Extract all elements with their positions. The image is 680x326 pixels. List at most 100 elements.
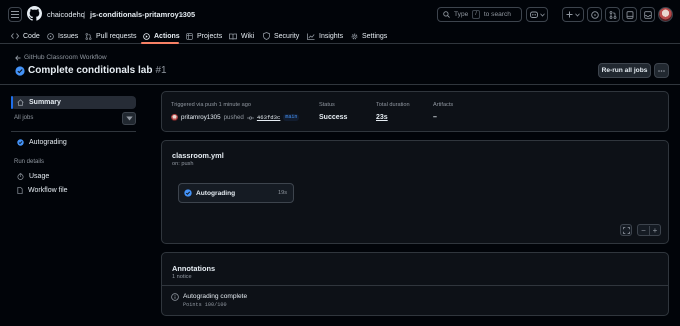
- annotation-title: Autograding complete: [183, 293, 248, 300]
- job-node-autograding[interactable]: Autograding 19s: [178, 183, 294, 203]
- sidebar-section-label: Run details: [14, 159, 45, 165]
- repo-tab-bar: Code Issues Pull requests Actions Projec…: [0, 28, 680, 44]
- artifacts-value: –: [433, 114, 437, 121]
- active-tab-indicator: [141, 42, 179, 44]
- search-shortcut-key: /: [472, 10, 480, 19]
- home-icon: [17, 99, 24, 106]
- check-circle-fill-icon: [15, 65, 25, 76]
- pushed-label: pushed: [223, 114, 244, 121]
- pull-request-icon: [85, 32, 92, 40]
- divider: [11, 131, 136, 132]
- breadcrumb-owner[interactable]: chaicodehq: [47, 10, 85, 19]
- tab-label: Projects: [197, 32, 223, 40]
- sidebar-item-summary[interactable]: Summary: [11, 96, 136, 109]
- run-title: Complete conditionals lab #1: [15, 65, 167, 76]
- chevron-down-icon: [575, 13, 580, 17]
- github-logo-icon[interactable]: [27, 6, 42, 21]
- copilot-button[interactable]: [526, 7, 548, 22]
- search-input[interactable]: Type / to search: [437, 7, 522, 22]
- info-icon: [171, 293, 179, 301]
- sidebar-item-workflow-file[interactable]: Workflow file: [11, 184, 136, 197]
- annotations-card: Annotations 1 notice Autograding complet…: [161, 252, 669, 316]
- job-duration: 19s: [277, 190, 287, 196]
- actor-avatar: [171, 114, 178, 121]
- issue-opened-icon: [590, 10, 599, 19]
- pull-request-icon: [609, 10, 616, 19]
- table-icon: [186, 32, 193, 40]
- plus-icon: [566, 11, 573, 18]
- filter-jobs-button[interactable]: [122, 112, 136, 125]
- tab-settings[interactable]: Settings: [351, 28, 387, 44]
- sidebar-item-label: Usage: [29, 173, 50, 180]
- tab-label: Wiki: [241, 32, 255, 40]
- tab-pull-requests[interactable]: Pull requests: [85, 28, 136, 44]
- workflow-back-link[interactable]: GitHub Classroom Workflow: [15, 54, 107, 61]
- tab-code[interactable]: Code: [11, 28, 40, 44]
- branch-badge[interactable]: main: [283, 114, 300, 121]
- duration-label: Total duration: [376, 102, 410, 108]
- sidebar-active-indicator: [11, 96, 13, 109]
- duration-value[interactable]: 23s: [376, 114, 388, 121]
- create-new-button[interactable]: [562, 7, 584, 22]
- inbox-icon: [643, 10, 652, 19]
- graph-icon: [307, 33, 315, 40]
- annotations-title: Annotations: [172, 264, 216, 273]
- tab-label: Pull requests: [96, 32, 137, 40]
- book-icon: [229, 33, 237, 40]
- tab-label: Code: [23, 32, 40, 40]
- tab-insights[interactable]: Insights: [307, 28, 343, 44]
- status-value: Success: [319, 114, 348, 121]
- menu-button[interactable]: [8, 7, 22, 22]
- job-name: Autograding: [196, 189, 236, 197]
- tab-label: Actions: [154, 32, 180, 40]
- tab-label: Security: [274, 32, 300, 40]
- tab-issues[interactable]: Issues: [47, 28, 78, 44]
- tab-label: Insights: [319, 32, 344, 40]
- screen-full-icon: [622, 226, 630, 234]
- hamburger-icon: [11, 11, 19, 18]
- chevron-down-icon[interactable]: [179, 11, 185, 16]
- annotation-detail: Points 100/100: [183, 302, 227, 308]
- check-circle-fill-icon: [17, 139, 24, 146]
- more-options-button[interactable]: [654, 63, 669, 78]
- rerun-all-jobs-button[interactable]: Re-run all jobs: [598, 63, 651, 78]
- code-icon: [11, 33, 19, 39]
- tab-wiki[interactable]: Wiki: [229, 28, 254, 44]
- workflow-file-name: classroom.yml: [172, 151, 224, 160]
- tab-label: Issues: [58, 32, 79, 40]
- sidebar-item-usage[interactable]: Usage: [11, 170, 136, 183]
- arrow-left-icon: [15, 54, 21, 61]
- sidebar-item-label: Autograding: [29, 139, 67, 146]
- gear-icon: [351, 33, 358, 39]
- annotation-body: Autograding complete Points 100/100: [183, 293, 247, 308]
- check-circle-fill-icon: [184, 189, 192, 197]
- run-summary-card: Triggered via push 1 minute ago pritamro…: [161, 91, 669, 132]
- chevron-down-icon: [539, 13, 545, 17]
- stopwatch-icon: [17, 173, 24, 180]
- filter-icon: [125, 116, 133, 121]
- workflow-graph-card: classroom.yml on: push Autograding 19s −…: [161, 140, 669, 244]
- breadcrumb-separator: /: [83, 10, 86, 19]
- commit-sha-link[interactable]: 463fd3c: [257, 114, 281, 121]
- sidebar-item-autograding[interactable]: Autograding: [11, 136, 136, 149]
- issues-button[interactable]: [587, 7, 602, 22]
- user-avatar[interactable]: [658, 7, 673, 22]
- tab-projects[interactable]: Projects: [186, 28, 222, 44]
- run-number: #1: [155, 65, 167, 76]
- zoom-out-button[interactable]: −: [638, 226, 649, 235]
- search-placeholder-suffix: to search: [483, 11, 511, 18]
- notifications-button[interactable]: [640, 7, 655, 22]
- fullscreen-button[interactable]: [620, 224, 632, 236]
- pull-requests-button[interactable]: [605, 7, 620, 22]
- annotation-item[interactable]: Autograding complete Points 100/100: [171, 293, 247, 308]
- divider: [162, 285, 668, 286]
- repositories-button[interactable]: [622, 7, 637, 22]
- actor-name[interactable]: pritamroy1305: [181, 114, 221, 121]
- tab-security[interactable]: Security: [263, 28, 299, 44]
- play-icon: [143, 32, 150, 40]
- zoom-in-button[interactable]: +: [648, 225, 660, 235]
- kebab-horizontal-icon: [658, 69, 665, 72]
- repo-icon: [626, 10, 633, 19]
- workflow-back-label: GitHub Classroom Workflow: [24, 54, 107, 61]
- status-label: Status: [319, 102, 335, 108]
